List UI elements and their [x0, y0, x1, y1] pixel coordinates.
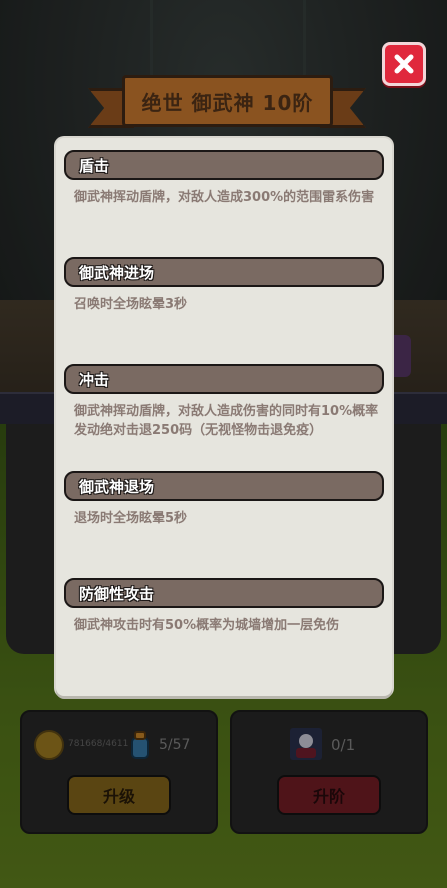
skill-header: 冲击: [64, 364, 384, 394]
skill-header: 防御性攻击: [64, 578, 384, 608]
skill-description: 退场时全场眩晕5秒: [74, 511, 188, 526]
skill-item: 御武神退场 退场时全场眩晕5秒: [64, 471, 384, 528]
title-banner: 绝世 御武神 10阶: [122, 75, 333, 127]
skill-item: 御武神进场 召唤时全场眩晕3秒: [64, 257, 384, 314]
skill-header: 御武神进场: [64, 257, 384, 287]
skill-name: 御武神退场: [79, 477, 155, 496]
skill-description: 御武神攻击时有50%概率为城墙增加一层免伤: [74, 618, 340, 633]
skill-name: 盾击: [79, 156, 110, 175]
skill-name: 防御性攻击: [79, 584, 155, 603]
skill-description: 御武神挥动盾牌，对敌人造成伤害的同时有10%概率发动绝对击退250码（无视怪物击…: [74, 404, 379, 438]
skill-item: 盾击 御武神挥动盾牌，对敌人造成300%的范围雷系伤害: [64, 150, 384, 207]
skill-description: 召唤时全场眩晕3秒: [74, 297, 188, 312]
skill-name: 冲击: [79, 370, 110, 389]
skill-description: 御武神挥动盾牌，对敌人造成300%的范围雷系伤害: [74, 190, 375, 205]
skill-header: 盾击: [64, 150, 384, 180]
close-icon: [394, 54, 414, 74]
skill-name: 御武神进场: [79, 263, 155, 282]
skill-header: 御武神退场: [64, 471, 384, 501]
skill-item: 防御性攻击 御武神攻击时有50%概率为城墙增加一层免伤: [64, 578, 384, 635]
close-button[interactable]: [382, 42, 426, 86]
skill-item: 冲击 御武神挥动盾牌，对敌人造成伤害的同时有10%概率发动绝对击退250码（无视…: [64, 364, 384, 440]
skill-description-panel: 盾击 御武神挥动盾牌，对敌人造成300%的范围雷系伤害 御武神进场 召唤时全场眩…: [56, 138, 392, 696]
page-title: 绝世 御武神 10阶: [141, 90, 314, 115]
